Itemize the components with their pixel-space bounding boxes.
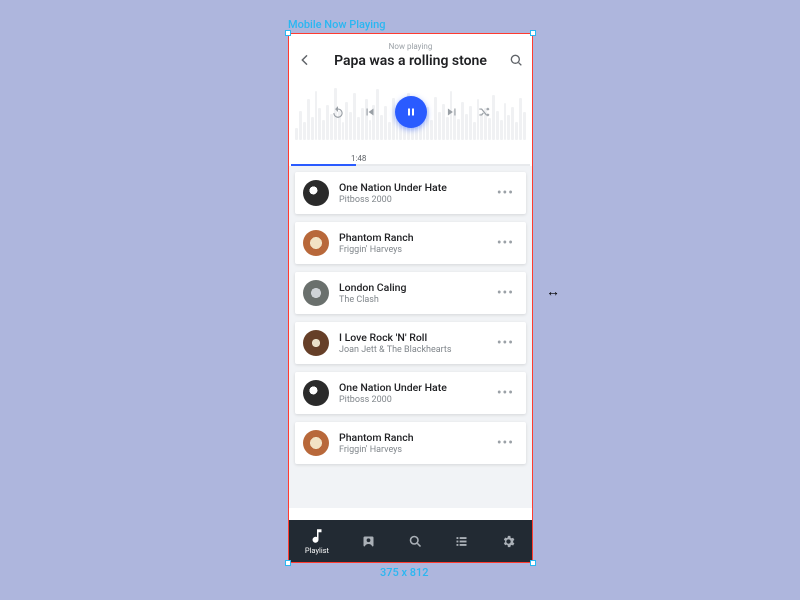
back-arrow-icon[interactable] — [297, 52, 313, 68]
track-info: One Nation Under Hate Pitboss 2000 — [339, 381, 483, 405]
album-art-icon — [303, 180, 329, 206]
track-info: I Love Rock 'N' Roll Joan Jett & The Bla… — [339, 331, 483, 355]
track-list: One Nation Under Hate Pitboss 2000 ••• P… — [289, 166, 532, 508]
selection-handle-icon[interactable] — [530, 30, 536, 36]
dimensions-label: 375 x 812 — [380, 566, 429, 579]
track-title: I Love Rock 'N' Roll — [339, 331, 483, 345]
nav-item-search[interactable] — [408, 534, 423, 549]
album-art-icon — [303, 230, 329, 256]
track-info: Phantom Ranch Friggin' Harveys — [339, 231, 483, 255]
shuffle-icon[interactable] — [477, 105, 491, 119]
person-icon — [361, 534, 376, 549]
current-time-label: 1:48 — [351, 154, 530, 163]
skip-previous-icon[interactable] — [363, 105, 377, 119]
more-icon[interactable]: ••• — [493, 231, 518, 255]
replay-icon[interactable] — [331, 105, 345, 119]
list-icon — [454, 534, 469, 549]
now-playing-label: Now playing — [299, 42, 522, 51]
more-icon[interactable]: ••• — [493, 431, 518, 455]
progress-fill — [291, 164, 356, 166]
track-title: One Nation Under Hate — [339, 381, 483, 395]
bottom-nav: Playlist — [289, 520, 532, 562]
more-icon[interactable]: ••• — [493, 381, 518, 405]
music-note-icon — [308, 527, 326, 545]
album-art-icon — [303, 380, 329, 406]
more-icon[interactable]: ••• — [493, 181, 518, 205]
track-row[interactable]: Phantom Ranch Friggin' Harveys ••• — [295, 422, 526, 464]
gear-icon — [501, 534, 516, 549]
selection-handle-icon[interactable] — [530, 560, 536, 566]
nav-label: Playlist — [305, 546, 329, 555]
skip-next-icon[interactable] — [445, 105, 459, 119]
track-title: Phantom Ranch — [339, 231, 483, 245]
nav-item-artists[interactable] — [361, 534, 376, 549]
track-row[interactable]: One Nation Under Hate Pitboss 2000 ••• — [295, 172, 526, 214]
progress-section: 1:48 — [289, 154, 532, 166]
track-title: Phantom Ranch — [339, 431, 483, 445]
more-icon[interactable]: ••• — [493, 331, 518, 355]
album-art-icon — [303, 430, 329, 456]
header: Now playing Papa was a rolling stone — [289, 34, 532, 76]
track-info: London Caling The Clash — [339, 281, 483, 305]
track-artist: Friggin' Harveys — [339, 445, 483, 455]
more-icon[interactable]: ••• — [493, 281, 518, 305]
waveform-area — [289, 82, 532, 154]
track-row[interactable]: I Love Rock 'N' Roll Joan Jett & The Bla… — [295, 322, 526, 364]
song-title: Papa was a rolling stone — [299, 53, 522, 70]
track-title: London Caling — [339, 281, 483, 295]
playback-controls — [289, 96, 532, 128]
track-artist: Joan Jett & The Blackhearts — [339, 345, 483, 355]
track-title: One Nation Under Hate — [339, 181, 483, 195]
search-icon[interactable] — [508, 52, 524, 68]
track-artist: The Clash — [339, 295, 483, 305]
track-info: One Nation Under Hate Pitboss 2000 — [339, 181, 483, 205]
device-frame: Now playing Papa was a rolling stone — [288, 33, 533, 563]
track-info: Phantom Ranch Friggin' Harveys — [339, 431, 483, 455]
track-row[interactable]: Phantom Ranch Friggin' Harveys ••• — [295, 222, 526, 264]
search-icon — [408, 534, 423, 549]
nav-item-settings[interactable] — [501, 534, 516, 549]
pause-button[interactable] — [395, 96, 427, 128]
frame-label: Mobile Now Playing — [288, 18, 385, 31]
nav-item-playlist[interactable]: Playlist — [305, 527, 329, 555]
track-artist: Pitboss 2000 — [339, 395, 483, 405]
track-row[interactable]: London Caling The Clash ••• — [295, 272, 526, 314]
album-art-icon — [303, 330, 329, 356]
selection-handle-icon[interactable] — [285, 560, 291, 566]
track-row[interactable]: One Nation Under Hate Pitboss 2000 ••• — [295, 372, 526, 414]
album-art-icon — [303, 280, 329, 306]
track-artist: Pitboss 2000 — [339, 195, 483, 205]
resize-handle-icon[interactable]: ↔ — [546, 283, 560, 300]
track-artist: Friggin' Harveys — [339, 245, 483, 255]
selection-handle-icon[interactable] — [285, 30, 291, 36]
progress-bar[interactable] — [291, 164, 530, 166]
nav-item-list[interactable] — [454, 534, 469, 549]
